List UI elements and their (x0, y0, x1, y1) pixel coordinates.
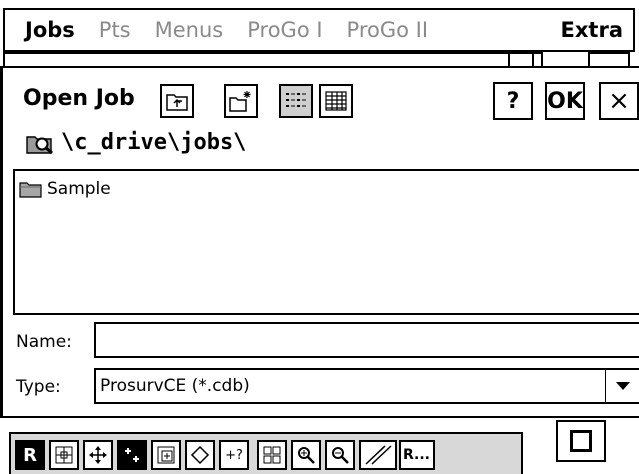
up-folder-icon (166, 94, 188, 111)
pan-button[interactable] (83, 440, 113, 470)
zoom-in-button[interactable] (291, 440, 321, 470)
line-tool-button[interactable] (359, 440, 397, 470)
menu-pts[interactable]: Pts (87, 18, 143, 42)
type-dropdown-value: ProsurvCE (*.cdb) (100, 376, 250, 396)
r-button[interactable]: R (15, 440, 45, 470)
path-text: \c_drive\jobs\ (61, 130, 247, 155)
square-button[interactable] (556, 420, 606, 462)
up-folder-button[interactable] (160, 84, 194, 118)
grid-button[interactable] (257, 440, 287, 470)
pan-icon (89, 446, 107, 464)
list-view-icon (286, 93, 306, 107)
name-label: Name: (16, 332, 72, 352)
menu-progo-1[interactable]: ProGo I (235, 18, 334, 42)
more-button[interactable]: R... (399, 440, 435, 470)
details-view-button[interactable] (319, 84, 353, 118)
folder-icon (19, 182, 42, 198)
new-folder-icon (229, 91, 251, 112)
name-field[interactable] (94, 322, 639, 358)
help-button[interactable]: ? (493, 82, 533, 120)
zoom-window-icon (157, 446, 175, 464)
zoom-out-button[interactable] (325, 440, 355, 470)
new-folder-button[interactable] (224, 84, 258, 118)
file-name: Sample (47, 179, 111, 199)
zoom-in-box-button[interactable] (151, 440, 181, 470)
dialog-title: Open Job (23, 86, 135, 111)
ok-button[interactable]: OK (545, 82, 585, 120)
menu-menus[interactable]: Menus (143, 18, 236, 42)
line-tool-icon (365, 445, 392, 465)
menu-jobs[interactable]: Jobs (5, 18, 87, 42)
close-button[interactable]: × (599, 82, 639, 120)
bottom-toolbar: R +? R... (9, 432, 523, 474)
diamond-icon (190, 445, 210, 465)
grid-icon (263, 446, 281, 464)
zoom-out-icon (332, 447, 349, 464)
point-select-icon (125, 448, 139, 462)
menu-progo-2[interactable]: ProGo II (335, 18, 441, 42)
menu-extra[interactable]: Extra (549, 18, 633, 42)
type-label: Type: (16, 377, 61, 397)
square-icon (570, 430, 592, 452)
file-list[interactable]: Sample (13, 169, 639, 315)
chevron-down-icon[interactable] (605, 370, 639, 402)
query-point-button[interactable]: +? (219, 440, 249, 470)
type-dropdown[interactable]: ProsurvCE (*.cdb) (94, 368, 639, 404)
zoom-extents-button[interactable] (49, 440, 79, 470)
list-view-button[interactable] (279, 84, 313, 118)
current-path: \c_drive\jobs\ (25, 130, 246, 155)
zoom-extents-icon (55, 446, 73, 464)
folder-search-icon (26, 135, 53, 154)
diamond-button[interactable] (185, 440, 215, 470)
zoom-in-icon (298, 447, 315, 464)
menu-bar: Jobs Pts Menus ProGo I ProGo II Extra (3, 8, 635, 52)
point-select-button[interactable] (117, 440, 147, 470)
details-view-icon (325, 91, 347, 111)
list-item[interactable]: Sample (19, 179, 111, 199)
open-job-dialog: Open Job ? OK × \c_drive\jobs\ Sample Na… (0, 66, 639, 418)
